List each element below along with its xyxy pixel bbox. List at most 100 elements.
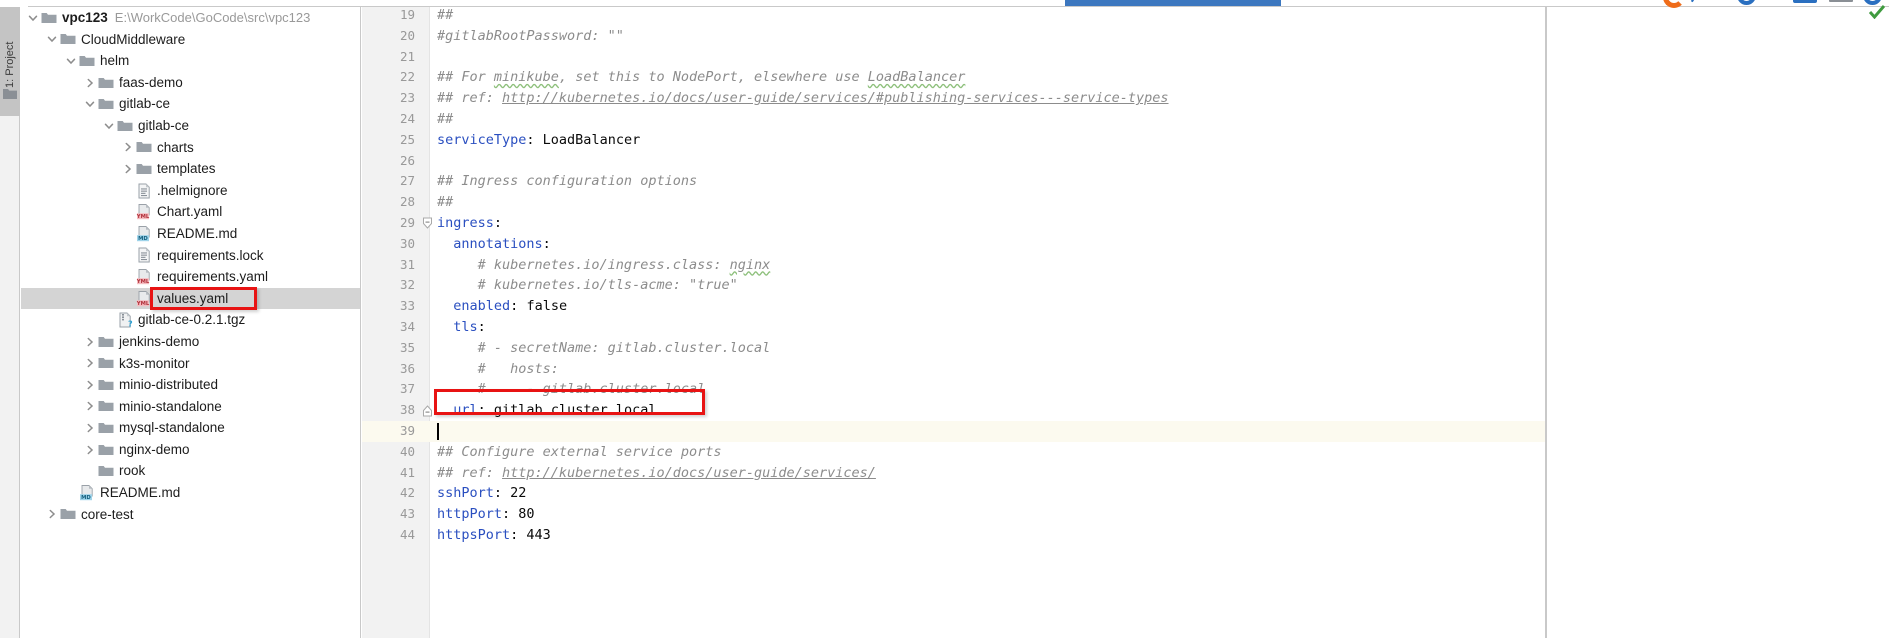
svg-text:?: ?: [128, 320, 133, 328]
code-line[interactable]: 34 tls:: [362, 317, 1546, 338]
tree-item-nginx-demo[interactable]: nginx-demo: [21, 439, 360, 461]
line-number: 32: [399, 277, 415, 293]
editor-text-area[interactable]: 19 ## 20 #gitlabRootPassword: "" 21 22 ## For …: [362, 7, 1546, 638]
code-line[interactable]: 32 # kubernetes.io/tls-acme: "true": [362, 275, 1546, 296]
tree-item-jenkins-demo[interactable]: jenkins-demo: [21, 331, 360, 353]
tree-item-minio-distributed[interactable]: minio-distributed: [21, 374, 360, 396]
folder-icon: [98, 442, 114, 458]
tree-item-helm[interactable]: helm: [21, 50, 360, 72]
project-tool-window[interactable]: vpc123 E:\WorkCode\GoCode\src\vpc123 Cloud…: [21, 7, 361, 638]
code-text: ## ref: http://kubernetes.io/docs/user-g…: [437, 464, 876, 481]
code-line[interactable]: 36 # hosts:: [362, 359, 1546, 380]
tree-item-gitlab-ce[interactable]: gitlab-ce: [21, 115, 360, 137]
chevron-right-icon[interactable]: [84, 336, 96, 348]
chevron-down-icon[interactable]: [103, 120, 115, 132]
code-text: ##: [437, 7, 454, 23]
chevron-right-icon[interactable]: [84, 400, 96, 412]
folder-icon: [98, 96, 114, 112]
tree-item-label: vpc123: [62, 10, 108, 25]
tree-item-label: minio-standalone: [119, 398, 222, 414]
tree-item-vpc123[interactable]: vpc123 E:\WorkCode\GoCode\src\vpc123: [21, 7, 360, 29]
orange-c-icon: [1663, 0, 1685, 8]
code-line[interactable]: 38 url: gitlab.cluster.local: [362, 400, 1546, 421]
code-line[interactable]: 26: [362, 151, 1546, 172]
tree-item-core-test[interactable]: core-test: [21, 504, 360, 526]
fold-expanded-icon[interactable]: [422, 213, 433, 234]
code-text: url: gitlab.cluster.local: [453, 402, 657, 419]
chevron-right-icon[interactable]: [122, 163, 134, 175]
tree-item-readme-md[interactable]: MD README.md: [21, 482, 360, 504]
grey-bar-icon: [1829, 0, 1853, 2]
tree-item-templates[interactable]: templates: [21, 158, 360, 180]
tree-item-gitlab-ce-0-2-1-tgz[interactable]: ? gitlab-ce-0.2.1.tgz: [21, 309, 360, 331]
code-line[interactable]: 19 ##: [362, 7, 1546, 26]
line-number: 25: [399, 131, 415, 147]
tree-item-readme-md[interactable]: MD README.md: [21, 223, 360, 245]
code-editor[interactable]: 19 ## 20 #gitlabRootPassword: "" 21 22 ## For …: [362, 7, 1546, 638]
code-line[interactable]: 21: [362, 47, 1546, 68]
chevron-down-icon[interactable]: [65, 55, 77, 67]
code-line[interactable]: 33 enabled: false: [362, 296, 1546, 317]
chevron-right-icon[interactable]: [46, 508, 58, 520]
code-line[interactable]: 28 ##: [362, 192, 1546, 213]
chevron-right-icon[interactable]: [84, 77, 96, 89]
chevron-down-icon[interactable]: [46, 33, 58, 45]
chevron-down-icon[interactable]: [84, 98, 96, 110]
overlapping-window-icons: ✗ T: [1663, 0, 1889, 8]
code-line[interactable]: 40 ## Configure external service ports: [362, 442, 1546, 463]
chevron-down-icon[interactable]: [27, 12, 39, 24]
tree-item-label: values.yaml: [157, 290, 229, 306]
code-line[interactable]: 30 annotations:: [362, 234, 1546, 255]
code-line[interactable]: 22 ## For minikube, set this to NodePort,…: [362, 67, 1546, 88]
code-text: serviceType: LoadBalancer: [437, 131, 641, 148]
code-text: annotations:: [453, 235, 551, 252]
code-line[interactable]: 25 serviceType: LoadBalancer: [362, 130, 1546, 151]
tree-item-gitlab-ce[interactable]: gitlab-ce: [21, 93, 360, 115]
tree-item-label: gitlab-ce-0.2.1.tgz: [138, 312, 246, 328]
code-line[interactable]: 31 # kubernetes.io/ingress.class: nginx: [362, 255, 1546, 276]
tree-item-rook[interactable]: rook: [21, 460, 360, 482]
tree-item--helmignore[interactable]: .helmignore: [21, 180, 360, 202]
code-line[interactable]: 39: [362, 421, 1546, 442]
folder-icon: [136, 139, 152, 155]
code-line[interactable]: 24 ##: [362, 109, 1546, 130]
chevron-right-icon[interactable]: [84, 357, 96, 369]
tree-item-charts[interactable]: charts: [21, 137, 360, 159]
code-line[interactable]: 35 # - secretName: gitlab.cluster.local: [362, 338, 1546, 359]
project-tree[interactable]: vpc123 E:\WorkCode\GoCode\src\vpc123 Cloud…: [21, 7, 360, 525]
tree-item-label: jenkins-demo: [119, 333, 200, 349]
code-line[interactable]: 42 sshPort: 22: [362, 483, 1546, 504]
code-line[interactable]: 37 # - gitlab.cluster.local: [362, 379, 1546, 400]
code-line[interactable]: 41 ## ref: http://kubernetes.io/docs/user…: [362, 463, 1546, 484]
code-line[interactable]: 27 ## Ingress configuration options: [362, 171, 1546, 192]
tree-item-minio-standalone[interactable]: minio-standalone: [21, 396, 360, 418]
chevron-right-icon[interactable]: [84, 379, 96, 391]
code-text: httpsPort: 443: [437, 527, 551, 543]
tree-item-requirements-lock[interactable]: requirements.lock: [21, 245, 360, 267]
folder-icon: [41, 10, 57, 26]
code-text: enabled: false: [453, 298, 568, 315]
tree-item-values-yaml[interactable]: YML values.yaml: [21, 287, 360, 310]
code-line[interactable]: 20 #gitlabRootPassword: "": [362, 26, 1546, 47]
editor-tab-strip: [0, 0, 1889, 7]
tool-window-button-project[interactable]: 1: Project: [0, 0, 20, 116]
chevron-right-icon[interactable]: [84, 444, 96, 456]
tree-item-mysql-standalone[interactable]: mysql-standalone: [21, 417, 360, 439]
tree-item-cloudmiddleware[interactable]: CloudMiddleware: [21, 29, 360, 51]
code-line[interactable]: 44 httpsPort: 443: [362, 525, 1546, 546]
code-line[interactable]: 23 ## ref: http://kubernetes.io/docs/user…: [362, 88, 1546, 109]
tree-item-label: core-test: [81, 506, 134, 522]
tree-item-label: helm: [100, 53, 130, 69]
code-line[interactable]: 43 httpPort: 80: [362, 504, 1546, 525]
active-tab-indicator[interactable]: [1065, 0, 1281, 6]
line-number: 42: [399, 485, 415, 501]
tree-item-faas-demo[interactable]: faas-demo: [21, 72, 360, 94]
chevron-right-icon[interactable]: [122, 141, 134, 153]
tree-item-k3s-monitor[interactable]: k3s-monitor: [21, 353, 360, 375]
tree-item-requirements-yaml[interactable]: YML requirements.yaml: [21, 266, 360, 288]
fold-end-icon[interactable]: [422, 400, 433, 421]
tree-item-chart-yaml[interactable]: YML Chart.yaml: [21, 201, 360, 223]
chevron-right-icon[interactable]: [84, 422, 96, 434]
line-number: 40: [399, 443, 415, 459]
code-line[interactable]: 29 ingress:: [362, 213, 1546, 234]
